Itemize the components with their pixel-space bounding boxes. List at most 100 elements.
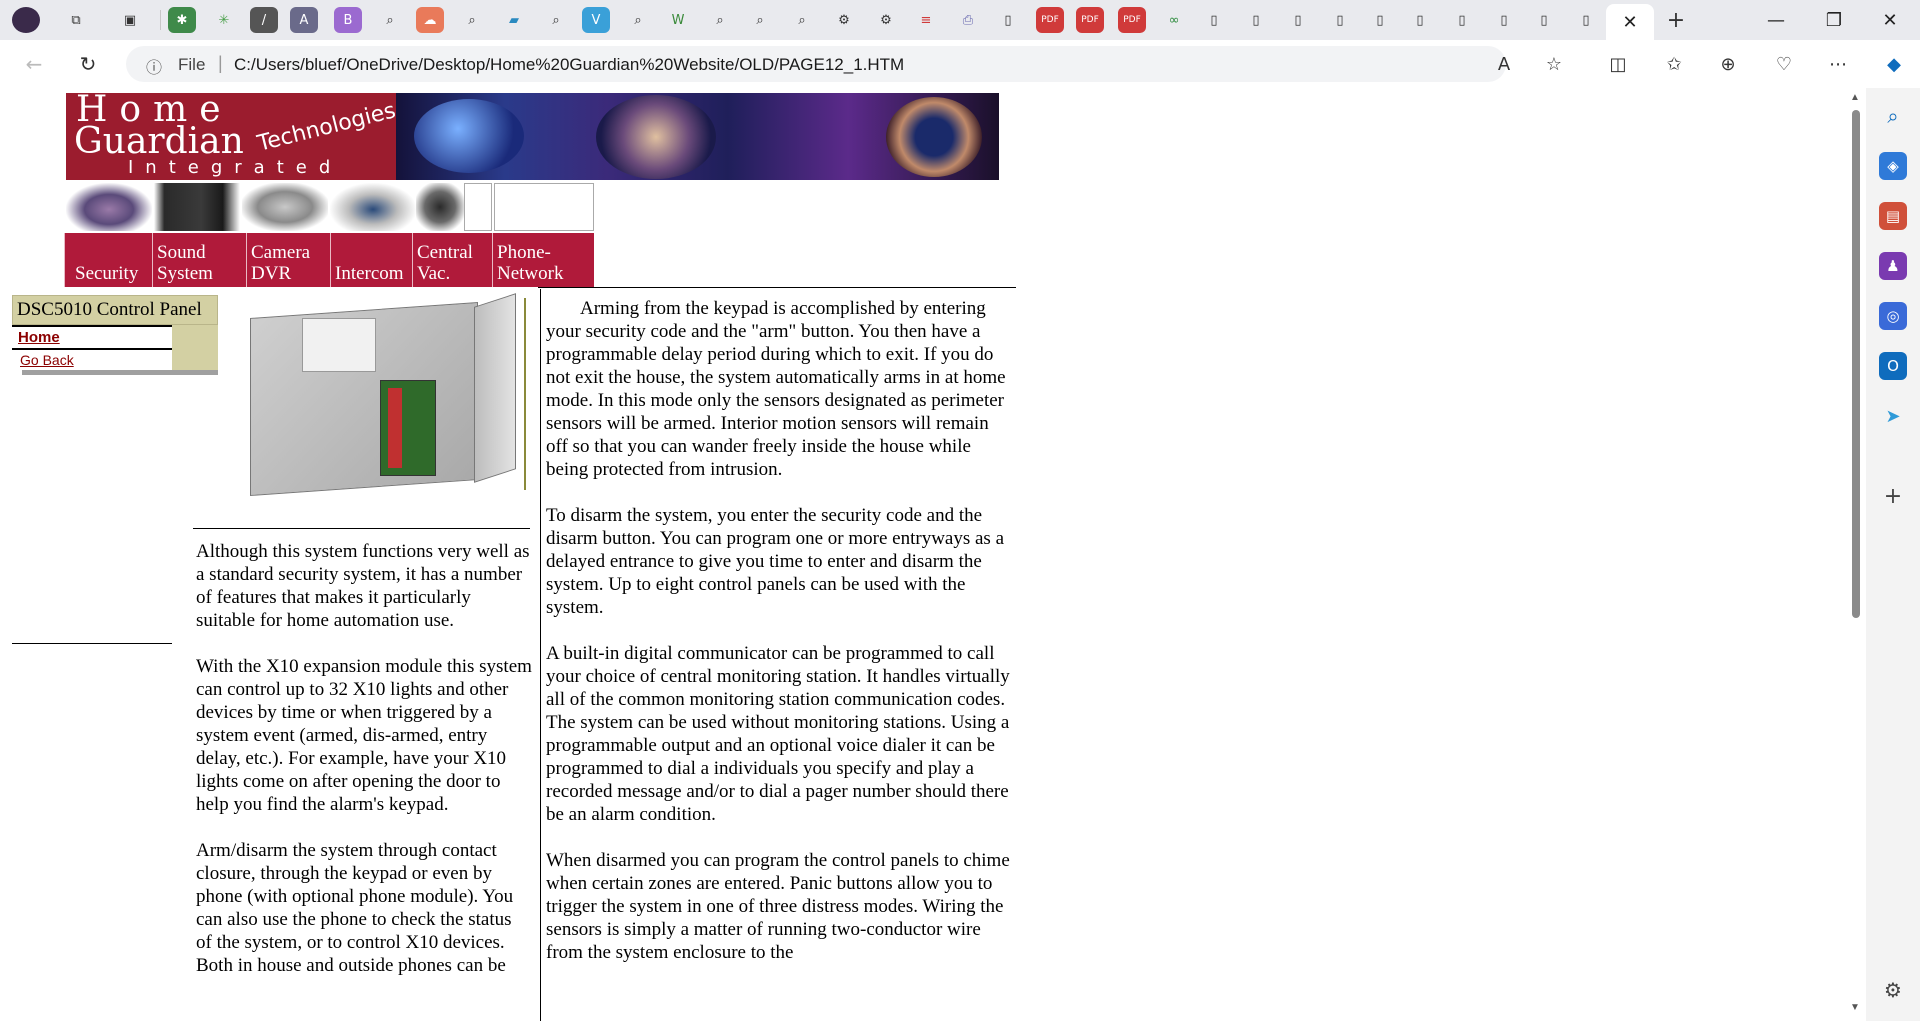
new-tab-button[interactable]: + [1662, 7, 1690, 33]
tab-favicon-bars[interactable]: ≡ [912, 7, 940, 33]
tab-favicon-v[interactable]: V [582, 7, 610, 33]
favorite-star-icon[interactable]: ☆ [1536, 48, 1572, 80]
tab-favicon-doc[interactable]: ▯ [1572, 7, 1600, 33]
nav-item-sound-system[interactable]: Sound System [152, 233, 246, 287]
tab-favicon-w[interactable]: W [664, 7, 692, 33]
banner-hands-globe [886, 97, 982, 177]
add-sidebar-app-icon[interactable]: + [1879, 482, 1907, 510]
camera-thumbnail[interactable] [242, 183, 328, 231]
nav-item-central-vac[interactable]: Central Vac. [412, 233, 492, 287]
url-field[interactable]: ⓘ File | C:/Users/bluef/OneDrive/Desktop… [126, 46, 1506, 82]
favorites-icon[interactable]: ✩ [1656, 48, 1692, 80]
paragraph: Arm/disarm the system through contact cl… [196, 840, 514, 976]
workspaces-icon[interactable]: ⧉ [62, 7, 90, 33]
url-text[interactable]: C:/Users/bluef/OneDrive/Desktop/Home%20G… [234, 55, 904, 75]
tab-favicon-green[interactable]: ✱ [168, 7, 196, 33]
tab-favicon-doc[interactable]: ▯ [1406, 7, 1434, 33]
tab-separator [160, 10, 161, 30]
tab-favicon-doc[interactable]: ▯ [1242, 7, 1270, 33]
more-options-icon[interactable]: ⋯ [1820, 48, 1856, 80]
nav-label-line2: Security [75, 263, 139, 284]
copilot-icon[interactable]: ◆ [1876, 48, 1912, 80]
tab-favicon-cloud[interactable]: ☁ [416, 7, 444, 33]
scrollbar-thumb[interactable] [1852, 110, 1860, 618]
collections-icon[interactable]: ⊕ [1710, 48, 1746, 80]
sidebar-panel: DSC5010 Control Panel Home Go Back [12, 295, 218, 375]
close-window-button[interactable]: ✕ [1862, 0, 1918, 40]
browser-essentials-icon[interactable]: ♡ [1766, 48, 1802, 80]
tab-favicon-search[interactable]: ⌕ [706, 7, 734, 33]
tab-favicon-search[interactable]: ⌕ [542, 7, 570, 33]
nav-item-security[interactable]: Security [64, 233, 152, 287]
read-aloud-icon[interactable]: A [1486, 48, 1522, 80]
tab-favicon-slash[interactable]: / [250, 7, 278, 33]
address-bar: ← ↻ ⓘ File | C:/Users/bluef/OneDrive/Des… [0, 40, 1920, 88]
paragraph: When disarmed you can program the contro… [546, 850, 1010, 963]
tab-favicon-pdf[interactable]: PDF [1076, 7, 1104, 33]
paragraph: With the X10 expansion module this syste… [196, 656, 532, 815]
tab-favicon-doc[interactable]: ▯ [1448, 7, 1476, 33]
tab-favicon-pdf[interactable]: PDF [1118, 7, 1146, 33]
broken-image-icon[interactable] [494, 183, 594, 231]
shopping-tag-icon[interactable]: ◈ [1879, 152, 1907, 180]
column-divider [540, 289, 541, 1021]
home-link[interactable]: Home [18, 329, 60, 346]
paragraph: Arming from the keypad is accomplished b… [546, 298, 1006, 480]
tab-favicon-star[interactable]: ✳ [210, 7, 238, 33]
tab-favicon-pdf[interactable]: PDF [1036, 7, 1064, 33]
tab-favicon-search[interactable]: ⌕ [746, 7, 774, 33]
sound-system-thumbnail[interactable] [154, 183, 240, 231]
tab-favicon-doc[interactable]: ▯ [1284, 7, 1312, 33]
microsoft-365-icon[interactable]: ◎ [1879, 302, 1907, 330]
tab-favicon-gear[interactable]: ⚙ [830, 7, 858, 33]
go-back-link[interactable]: Go Back [20, 352, 74, 368]
left-text-column: Although this system functions very well… [196, 540, 532, 1000]
security-thumbnail[interactable] [66, 183, 152, 231]
active-tab[interactable]: ✕ [1606, 4, 1654, 40]
scroll-down-icon[interactable]: ▼ [1850, 1002, 1860, 1013]
back-arrow-icon[interactable]: ← [16, 48, 52, 80]
right-top-divider [538, 287, 1016, 288]
tab-favicon-link[interactable]: ∞ [1160, 7, 1188, 33]
profile-avatar[interactable] [12, 7, 40, 33]
tab-favicon-search[interactable]: ⌕ [376, 7, 404, 33]
tab-actions-icon[interactable]: ▣ [116, 7, 144, 33]
restore-button[interactable]: ❐ [1806, 0, 1862, 40]
tab-favicon-search[interactable]: ⌕ [624, 7, 652, 33]
tab-favicon-search[interactable]: ⌕ [458, 7, 486, 33]
tab-favicon-flag[interactable]: ▰ [500, 7, 528, 33]
split-screen-icon[interactable]: ◫ [1600, 48, 1636, 80]
tab-favicon-gear[interactable]: ⚙ [872, 7, 900, 33]
tab-favicon-a[interactable]: A [290, 7, 318, 33]
nav-item-intercom[interactable]: Intercom [330, 233, 412, 287]
outlook-icon[interactable]: O [1879, 352, 1907, 380]
tab-favicon-search[interactable]: ⌕ [788, 7, 816, 33]
tab-favicon-print[interactable]: ⎙ [954, 7, 982, 33]
banner-logo: Home Guardian Technologies Integrated [66, 93, 398, 180]
nav-item-camera-dvr[interactable]: Camera DVR [246, 233, 330, 287]
send-icon[interactable]: ➤ [1879, 402, 1907, 430]
tab-favicon-b[interactable]: B [334, 7, 362, 33]
tab-favicon-doc[interactable]: ▯ [1530, 7, 1558, 33]
nav-item-phone-network[interactable]: Phone- Network [492, 233, 594, 287]
tab-favicon-doc[interactable]: ▯ [1490, 7, 1518, 33]
sidebar-settings-icon[interactable]: ⚙ [1879, 976, 1907, 1004]
games-icon[interactable]: ♟ [1879, 252, 1907, 280]
tab-favicon-doc[interactable]: ▯ [1326, 7, 1354, 33]
banner-photo [396, 93, 999, 180]
tab-favicon-doc[interactable]: ▯ [994, 7, 1022, 33]
tools-icon[interactable]: ▤ [1879, 202, 1907, 230]
minimize-button[interactable]: — [1748, 0, 1804, 40]
central-vac-thumbnail[interactable] [416, 183, 464, 231]
info-icon[interactable]: ⓘ [146, 54, 162, 78]
tab-favicon-doc[interactable]: ▯ [1366, 7, 1394, 33]
intercom-thumbnail[interactable] [330, 183, 416, 231]
vertical-scrollbar[interactable]: ▲ ▼ [1848, 92, 1862, 1013]
scroll-up-icon[interactable]: ▲ [1850, 92, 1860, 103]
broken-image-icon[interactable] [464, 183, 492, 231]
banner-handshake [596, 95, 716, 179]
refresh-icon[interactable]: ↻ [70, 48, 106, 80]
tab-favicon-doc[interactable]: ▯ [1200, 7, 1228, 33]
search-icon[interactable]: ⌕ [1879, 102, 1907, 130]
close-tab-icon[interactable]: ✕ [1622, 12, 1637, 33]
